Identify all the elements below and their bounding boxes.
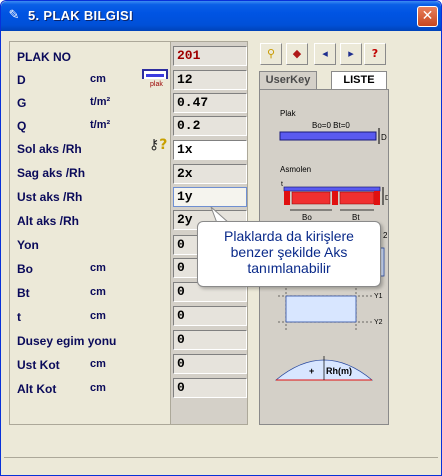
field-label: Sol aks /Rh [17,142,82,156]
plak-d-label: D [381,133,387,142]
plus-label: + [309,366,314,376]
tab-strip: UserKey LISTE [259,71,389,89]
field-label: Bo [17,262,33,276]
arrow-left-icon: ◂ [322,47,328,60]
row-ust-aks: Ust aks /Rh [10,182,174,206]
asmolen-d-label: D [385,195,388,202]
rh-label: Rh(m) [326,366,352,376]
row-plak-no: PLAK NO [10,42,174,66]
plak-slab [279,131,377,141]
field-unit: cm [90,358,106,370]
field-unit: cm [90,310,106,322]
asmolen-top-slab [283,186,381,192]
plak-section-icon[interactable] [142,69,168,79]
row-q: Q t/m² [10,111,174,135]
field-label: G [17,96,27,110]
plan-rect [285,295,357,323]
row-g: G t/m² [10,88,174,112]
dusey-egim-field[interactable]: 0 [173,330,247,350]
field-label: Alt Kot [17,382,57,396]
asmolen-t-label: t [281,181,283,188]
tooltip: Plaklarda da kirişlere benzer şekilde Ak… [197,221,381,287]
help-search-button[interactable]: ⚲ [260,43,282,65]
field-label: Bt [17,286,30,300]
row-alt-kot: Alt Kot cm [10,374,174,398]
alt-kot-field[interactable]: 0 [173,378,247,398]
row-dusey-egim: Dusey egim yonu [10,326,174,350]
asmolen-block [291,191,331,205]
close-button[interactable]: ✕ [417,6,438,27]
row-ust-kot: Ust Kot cm [10,350,174,374]
plak-no-field[interactable]: 201 [173,46,247,66]
tab-liste[interactable]: LISTE [331,71,387,89]
y2-label: Y2 [374,319,383,326]
tooltip-line: tanımlanabilir [247,260,331,276]
plak-bilgisi-window: ✎ 5. PLAK BILGISI ✕ PLAK NO D cm plak G … [0,0,442,476]
ust-kot-field[interactable]: 0 [173,354,247,374]
field-unit: cm [90,73,106,85]
field-unit: cm [90,286,106,298]
document-help-icon: ? [371,47,379,60]
ust-aks-field[interactable]: 1y [173,187,247,207]
field-label: Ust aks /Rh [17,190,83,204]
sol-aks-field[interactable]: 1x [173,140,247,160]
field-label: Dusey egim yonu [17,334,117,348]
field-label: Alt aks /Rh [17,214,80,228]
window-title: 5. PLAK BILGISI [28,8,133,23]
tab-label: LISTE [343,74,375,86]
field-label: Yon [17,238,39,252]
book-button[interactable]: ◆ [286,43,308,65]
tooltip-line: benzer şekilde Aks [230,244,348,260]
row-bt: Bt cm [10,278,174,302]
next-button[interactable]: ▸ [340,43,362,65]
pen-icon: ✎ [8,8,20,23]
d-field[interactable]: 12 [173,70,247,90]
asmolen-rib [284,191,290,205]
field-unit: t/m² [90,96,111,108]
arrow-right-icon: ▸ [348,47,354,60]
prev-button[interactable]: ◂ [314,43,336,65]
field-unit: cm [90,382,106,394]
asmolen-title: Asmolen [280,165,311,174]
field-label: Sag aks /Rh [17,166,86,180]
field-unit: cm [90,262,106,274]
labels-panel: PLAK NO D cm plak G t/m² Q t/m² Sol aks … [9,41,173,425]
y1-label: Y1 [374,293,383,300]
sag-aks-field[interactable]: 2x [173,164,247,184]
book-icon: ◆ [292,47,302,60]
field-label: D [17,73,26,87]
row-t: t cm [10,302,174,326]
g-field[interactable]: 0.47 [173,93,247,113]
asmolen-rib [332,191,338,205]
field-unit: t/m² [90,119,111,131]
title-bar[interactable]: ✎ 5. PLAK BILGISI ✕ [1,1,441,31]
field-label: Q [17,119,27,133]
row-alt-aks: Alt aks /Rh [10,206,174,230]
asmolen-block [339,191,375,205]
row-bo: Bo cm [10,254,174,278]
row-sol-aks: Sol aks /Rh ⚷? [10,134,174,158]
key-help-icon[interactable]: ⚷? [149,137,167,153]
t-field[interactable]: 0 [173,306,247,326]
document-help-button[interactable]: ? [364,43,386,65]
toolbar: ⚲ ◆ ◂ ▸ ? [260,43,394,67]
close-icon: ✕ [421,8,434,24]
field-label: t [17,310,21,324]
partial-label: 2 [383,231,388,240]
tab-label: UserKey [265,74,311,86]
plak-params: Bo=0 Bt=0 [312,121,350,130]
q-field[interactable]: 0.2 [173,116,247,136]
plak-icon-label: plak [150,81,163,88]
asmolen-rib [374,191,380,205]
tab-userkey[interactable]: UserKey [259,71,317,89]
row-d: D cm plak [10,65,174,89]
field-label: PLAK NO [17,50,71,64]
row-yon: Yon [10,230,174,254]
row-sag-aks: Sag aks /Rh [10,158,174,182]
tooltip-line: Plaklarda da kirişlere [224,228,354,244]
plak-title: Plak [280,109,297,118]
help-search-icon: ⚲ [266,47,276,60]
status-bar [4,457,438,475]
field-label: Ust Kot [17,358,60,372]
